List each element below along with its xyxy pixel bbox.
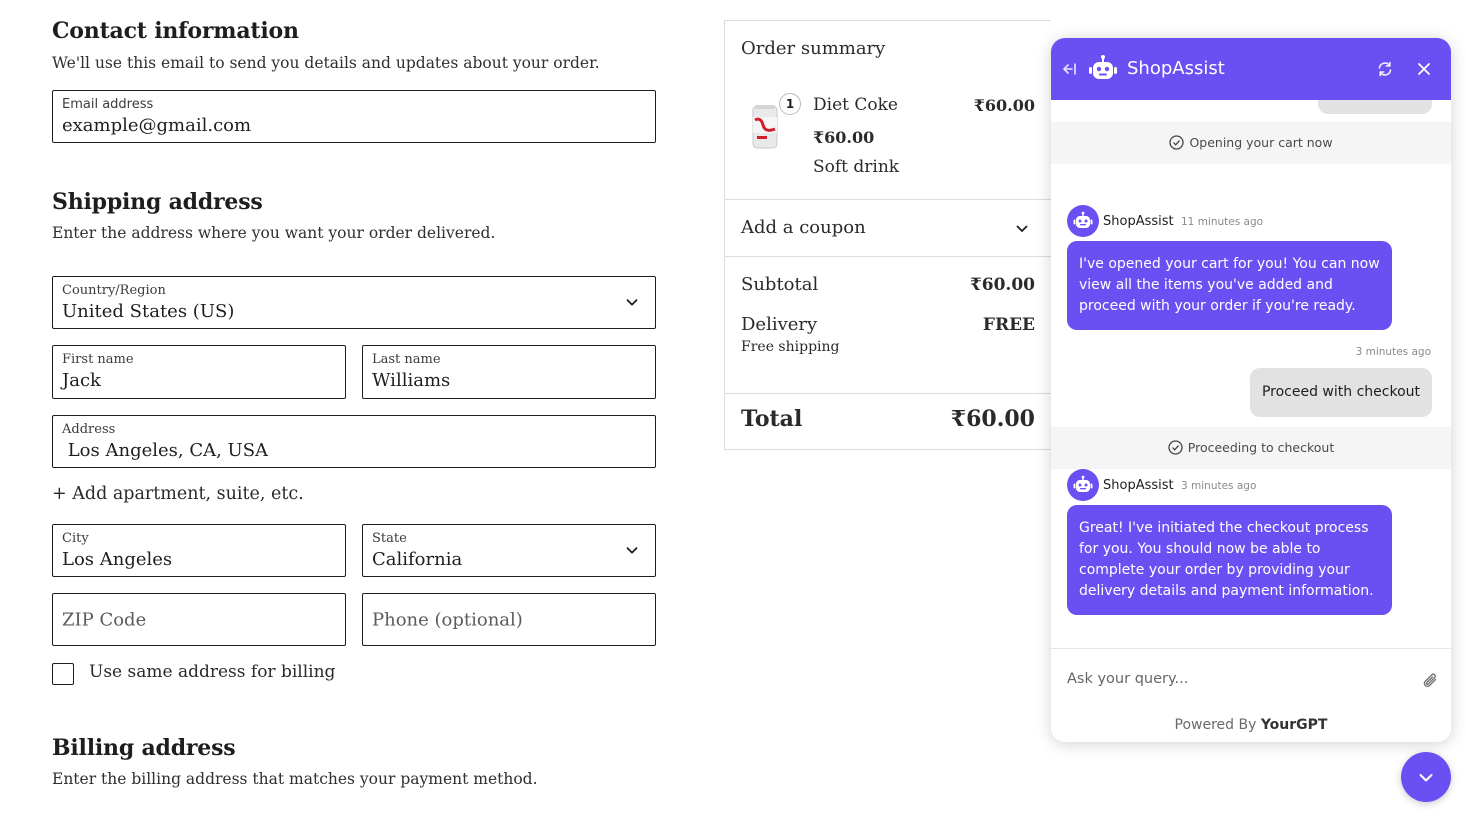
delivery-label: Delivery <box>741 314 818 335</box>
message-time: 3 minutes ago <box>1355 346 1431 358</box>
order-summary: Order summary 1 Diet Coke ₹60.00 ₹60.00 … <box>724 20 1051 450</box>
avatar <box>1067 205 1099 237</box>
delivery-value: FREE <box>982 315 1035 335</box>
contact-description: We'll use this email to send you details… <box>52 54 600 72</box>
state-select[interactable]: State California <box>362 524 656 577</box>
chat-toggle-button[interactable] <box>1401 752 1451 802</box>
phone-field[interactable]: Phone (optional) <box>362 593 656 646</box>
same-billing-checkbox[interactable] <box>52 663 74 685</box>
country-select[interactable]: Country/Region United States (US) <box>52 276 656 329</box>
first-name-field[interactable]: First name Jack <box>52 345 346 399</box>
bot-message: I've opened your cart for you! You can n… <box>1067 241 1392 330</box>
product-line-price: ₹60.00 <box>973 96 1035 115</box>
powered-by-prefix: Powered By <box>1174 717 1257 733</box>
robot-icon <box>1073 211 1093 228</box>
message-time: 11 minutes ago <box>1181 216 1264 228</box>
chat-widget: ShopAssist Opening your cart now ShopAss <box>1051 38 1451 742</box>
chat-messages[interactable]: Opening your cart now ShopAssist 11 minu… <box>1051 100 1451 648</box>
total-label: Total <box>741 406 803 432</box>
subtotal-value: ₹60.00 <box>969 275 1035 295</box>
address-value: Los Angeles, CA, USA <box>62 440 269 461</box>
chevron-down-icon <box>1419 774 1433 782</box>
shipping-heading: Shipping address <box>52 189 263 215</box>
total-value: ₹60.00 <box>950 406 1035 432</box>
shipping-description: Enter the address where you want your or… <box>52 224 496 242</box>
user-message: Proceed with checkout <box>1249 368 1432 417</box>
refresh-icon[interactable] <box>1376 60 1394 78</box>
message-time: 3 minutes ago <box>1181 480 1257 492</box>
chevron-down-icon <box>626 298 638 306</box>
chat-input-bar: Powered By YourGPT <box>1051 648 1451 742</box>
divider <box>725 199 1051 200</box>
zip-placeholder: ZIP Code <box>62 609 147 630</box>
chat-title: ShopAssist <box>1127 58 1225 79</box>
add-coupon-toggle[interactable]: Add a coupon <box>741 217 866 238</box>
delivery-note: Free shipping <box>741 339 840 355</box>
country-label: Country/Region <box>62 283 166 298</box>
chevron-down-icon <box>626 546 638 554</box>
chat-header: ShopAssist <box>1051 38 1451 100</box>
product-name: Diet Coke <box>813 95 898 115</box>
powered-by-brand[interactable]: YourGPT <box>1261 717 1328 733</box>
last-name-field[interactable]: Last name Williams <box>362 345 656 399</box>
last-name-label: Last name <box>372 352 441 367</box>
same-billing-label[interactable]: Use same address for billing <box>89 662 335 682</box>
check-circle-icon <box>1168 440 1183 455</box>
email-label: Email address <box>62 97 154 112</box>
close-icon[interactable] <box>1416 61 1432 77</box>
divider <box>725 256 1051 257</box>
product-image <box>752 105 778 149</box>
order-summary-title: Order summary <box>741 38 886 59</box>
system-message: Proceeding to checkout <box>1051 427 1451 469</box>
city-field[interactable]: City Los Angeles <box>52 524 346 577</box>
zip-field[interactable]: ZIP Code <box>52 593 346 646</box>
system-message: Opening your cart now <box>1051 122 1451 164</box>
product-unit-price: ₹60.00 <box>813 128 875 147</box>
first-name-label: First name <box>62 352 134 367</box>
city-label: City <box>62 531 89 546</box>
state-value: California <box>372 549 463 570</box>
powered-by: Powered By YourGPT <box>1051 717 1451 733</box>
sender-name: ShopAssist <box>1103 478 1174 493</box>
email-field[interactable]: Email address example@gmail.com <box>52 90 656 143</box>
check-circle-icon <box>1169 135 1185 150</box>
country-value: United States (US) <box>62 301 235 322</box>
product-quantity-badge: 1 <box>779 93 801 115</box>
system-message-text: Opening your cart now <box>1189 135 1333 150</box>
robot-icon <box>1089 55 1117 79</box>
billing-heading: Billing address <box>52 735 236 761</box>
address-field[interactable]: Address Los Angeles, CA, USA <box>52 415 656 468</box>
address-label: Address <box>62 422 116 437</box>
divider <box>725 393 1051 394</box>
robot-icon <box>1073 475 1093 492</box>
chevron-down-icon[interactable] <box>1015 221 1029 235</box>
paperclip-icon[interactable] <box>1421 671 1441 691</box>
avatar <box>1067 469 1099 501</box>
email-value: example@gmail.com <box>62 115 252 136</box>
city-value: Los Angeles <box>62 549 173 570</box>
phone-placeholder: Phone (optional) <box>372 609 523 630</box>
product-description: Soft drink <box>813 157 900 177</box>
system-message-text: Proceeding to checkout <box>1187 440 1335 455</box>
back-icon[interactable] <box>1061 61 1077 77</box>
add-apartment-link[interactable]: + Add apartment, suite, etc. <box>52 484 304 504</box>
sender-name: ShopAssist <box>1103 214 1174 229</box>
billing-description: Enter the billing address that matches y… <box>52 770 538 788</box>
contact-heading: Contact information <box>52 18 299 44</box>
previous-message-bubble <box>1318 100 1432 114</box>
first-name-value: Jack <box>62 370 101 391</box>
last-name-value: Williams <box>372 370 451 391</box>
bot-message: Great! I've initiated the checkout proce… <box>1067 505 1392 615</box>
state-label: State <box>372 531 407 546</box>
chat-input[interactable] <box>1067 671 1407 687</box>
subtotal-label: Subtotal <box>741 274 819 295</box>
